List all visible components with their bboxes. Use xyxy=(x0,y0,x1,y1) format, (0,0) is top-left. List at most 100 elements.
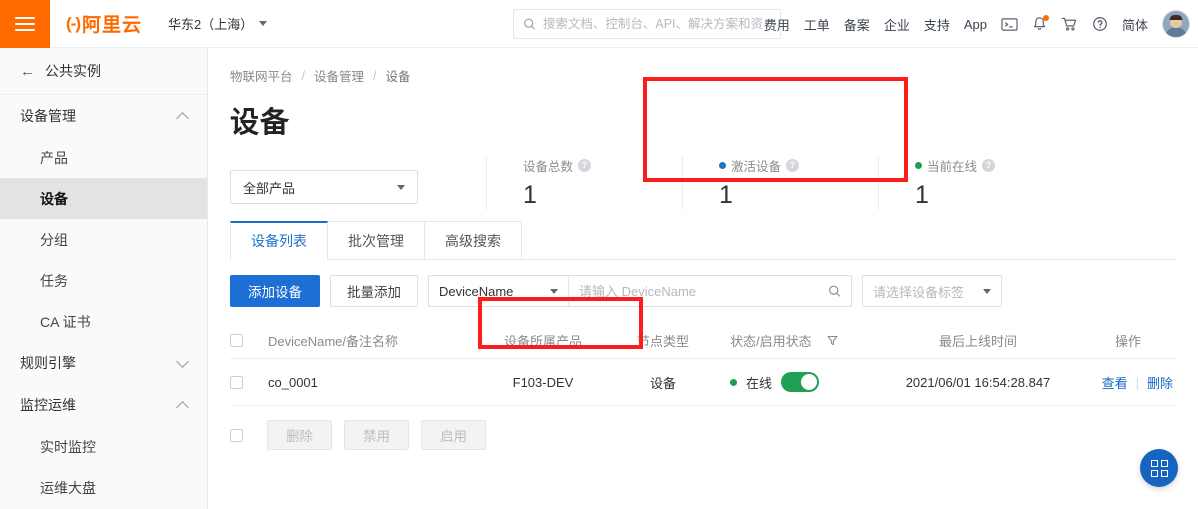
breadcrumb-separator: / xyxy=(301,68,305,83)
batch-disable-button[interactable]: 禁用 xyxy=(344,420,409,450)
stat-label-row: 激活设备 ? xyxy=(719,156,842,175)
nav-link-fees[interactable]: 费用 xyxy=(764,15,790,34)
delete-device-link[interactable]: 删除 xyxy=(1147,373,1173,392)
app-root: (-) 阿里云 华东2（上海） 费用 工单 备案 企业 支持 App xyxy=(0,0,1198,509)
chevron-down-icon xyxy=(397,184,405,190)
sidebar-group-device-management[interactable]: 设备管理 xyxy=(0,95,207,137)
add-device-button[interactable]: 添加设备 xyxy=(230,275,320,307)
select-all-checkbox[interactable] xyxy=(230,334,243,347)
sidebar-item-realtime-monitoring[interactable]: 实时监控 xyxy=(0,426,207,467)
stat-value: 1 xyxy=(719,181,733,209)
action-divider: | xyxy=(1135,374,1139,390)
tab-device-list[interactable]: 设备列表 xyxy=(230,221,328,260)
batch-actions-bar: 删除 禁用 启用 xyxy=(230,420,1198,450)
hamburger-menu-icon[interactable] xyxy=(0,0,50,48)
notification-badge-dot xyxy=(1042,15,1049,21)
select-all-cell xyxy=(230,334,268,347)
tab-label: 设备列表 xyxy=(251,233,307,249)
product-filter-select[interactable]: 全部产品 xyxy=(230,170,418,204)
device-table: DeviceName/备注名称 设备所属产品 节点类型 状态/启用状态 最后上线… xyxy=(230,323,1176,406)
tab-advanced-search[interactable]: 高级搜索 xyxy=(424,221,522,259)
device-search-input[interactable] xyxy=(579,283,823,299)
tab-label: 高级搜索 xyxy=(445,232,501,249)
column-header-last-online: 最后上线时间 xyxy=(938,334,1017,349)
row-select-cell xyxy=(230,375,268,389)
language-switcher[interactable]: 简体 xyxy=(1122,15,1148,34)
sidebar-item-groups[interactable]: 分组 xyxy=(0,219,207,260)
sidebar-item-label: CA 证书 xyxy=(40,313,91,330)
apps-launcher-fab[interactable] xyxy=(1140,449,1178,487)
breadcrumb-item-device-management[interactable]: 设备管理 xyxy=(314,66,364,85)
stat-card-total-devices: 设备总数 ? 1 xyxy=(486,156,682,210)
search-field-value: DeviceName xyxy=(439,283,514,299)
batch-enable-button[interactable]: 启用 xyxy=(421,420,486,450)
help-tooltip-icon[interactable]: ? xyxy=(786,159,800,172)
global-search-input[interactable] xyxy=(542,17,771,31)
batch-select-checkbox[interactable] xyxy=(230,428,243,442)
batch-delete-button[interactable]: 删除 xyxy=(267,420,332,450)
batch-add-button[interactable]: 批量添加 xyxy=(330,275,418,307)
nav-link-enterprise[interactable]: 企业 xyxy=(884,15,910,34)
stat-label: 设备总数 xyxy=(523,160,574,174)
device-search-input-wrap[interactable] xyxy=(569,276,851,306)
cell-last-online: 2021/06/01 16:54:28.847 xyxy=(905,374,1051,390)
breadcrumb: 物联网平台 / 设备管理 / 设备 xyxy=(208,48,1198,85)
sidebar-back-label: 公共实例 xyxy=(45,63,101,79)
breadcrumb-separator: / xyxy=(373,68,377,83)
avatar-hair xyxy=(1169,15,1183,20)
stat-card-activated-devices: 激活设备 ? 1 xyxy=(682,156,878,210)
sidebar-back-public-instance[interactable]: ← 公共实例 xyxy=(0,48,207,95)
nav-link-tickets[interactable]: 工单 xyxy=(804,15,830,34)
nav-link-support[interactable]: 支持 xyxy=(924,15,950,34)
stat-label-row: 设备总数 ? xyxy=(523,156,646,175)
cell-device-name[interactable]: co_0001 xyxy=(268,375,468,390)
sidebar-group-label: 规则引擎 xyxy=(20,355,76,371)
arrow-left-icon: ← xyxy=(20,62,35,80)
help-tooltip-icon[interactable]: ? xyxy=(982,159,996,172)
sidebar-group-monitoring[interactable]: 监控运维 xyxy=(0,384,207,426)
chevron-up-icon xyxy=(176,400,189,414)
nav-link-icp[interactable]: 备案 xyxy=(844,15,870,34)
cloud-shell-icon[interactable] xyxy=(1001,17,1018,32)
user-avatar[interactable] xyxy=(1162,10,1190,38)
help-tooltip-icon[interactable]: ? xyxy=(578,159,592,172)
device-enable-toggle[interactable] xyxy=(781,372,820,392)
sidebar-group-label: 监控运维 xyxy=(20,397,76,413)
nav-link-app[interactable]: App xyxy=(964,17,987,32)
device-tag-select[interactable]: 请选择设备标签 xyxy=(862,275,1002,307)
region-selector[interactable]: 华东2（上海） xyxy=(168,14,268,33)
search-icon[interactable] xyxy=(828,284,841,298)
sidebar-group-rule-engine[interactable]: 规则引擎 xyxy=(0,342,207,384)
top-nav-right-group: 费用 工单 备案 企业 支持 App 简体 xyxy=(764,0,1190,48)
row-checkbox[interactable] xyxy=(230,375,243,389)
chevron-down-icon xyxy=(259,21,268,26)
notification-bell-icon[interactable] xyxy=(1032,15,1049,32)
aliyun-logo[interactable]: (-) 阿里云 xyxy=(66,10,142,37)
view-device-link[interactable]: 查看 xyxy=(1102,373,1128,392)
sidebar-item-products[interactable]: 产品 xyxy=(0,137,207,178)
status-label: 在线 xyxy=(746,375,773,391)
sidebar-item-devices[interactable]: 设备 xyxy=(0,178,207,219)
breadcrumb-item-devices: 设备 xyxy=(385,70,411,84)
sidebar-item-tasks[interactable]: 任务 xyxy=(0,260,207,301)
search-icon xyxy=(524,18,536,30)
help-circle-icon[interactable] xyxy=(1092,16,1108,32)
stat-value: 1 xyxy=(915,181,929,209)
breadcrumb-item-iot-platform[interactable]: 物联网平台 xyxy=(230,66,293,85)
sidebar-item-label: 运维大盘 xyxy=(40,479,96,496)
sidebar-item-ops-dashboard[interactable]: 运维大盘 xyxy=(0,467,207,508)
tab-batch-management[interactable]: 批次管理 xyxy=(327,221,425,259)
tab-bar: 设备列表 批次管理 高级搜索 xyxy=(230,221,1176,260)
device-tag-value: 请选择设备标签 xyxy=(873,284,965,300)
search-field-select[interactable]: DeviceName xyxy=(429,276,569,306)
stat-label: 当前在线 xyxy=(927,160,978,174)
stats-row: 全部产品 设备总数 ? 1 激活设备 ? 1 当前在线 ? 1 xyxy=(230,156,1198,216)
page-title: 设备 xyxy=(230,107,291,139)
shopping-cart-icon[interactable] xyxy=(1061,16,1078,32)
global-search-box[interactable] xyxy=(513,9,781,39)
sidebar-item-ca-certificates[interactable]: CA 证书 xyxy=(0,301,207,342)
cell-actions: 查看 | 删除 xyxy=(1083,373,1173,392)
filter-icon[interactable] xyxy=(827,335,838,346)
chevron-up-icon xyxy=(176,111,189,125)
aliyun-logo-mark: (-) xyxy=(66,13,81,33)
